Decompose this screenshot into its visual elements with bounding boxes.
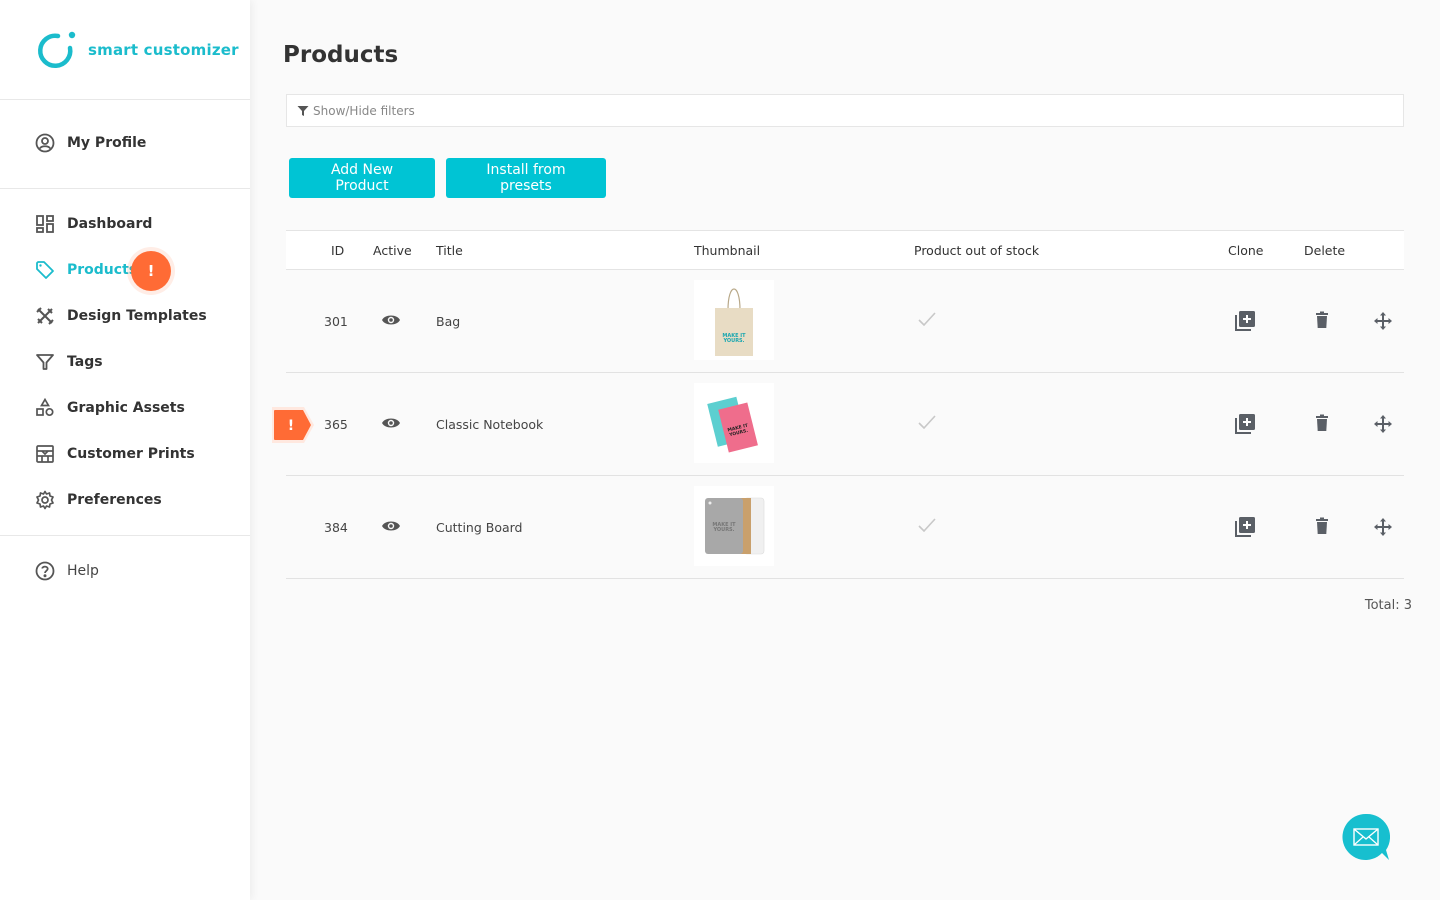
product-id: 384 — [324, 520, 348, 535]
logo-text: smart customizer — [88, 40, 239, 59]
user-circle-icon — [35, 133, 55, 153]
total-count: Total: 3 — [1364, 598, 1412, 613]
product-thumbnail-cutting-board[interactable]: MAKE IT YOURS. — [694, 486, 774, 566]
filter-icon — [297, 105, 309, 116]
show-hide-filters-toggle[interactable]: Show/Hide filters — [286, 94, 1404, 127]
profile-section: My Profile — [0, 100, 250, 189]
add-new-product-button[interactable]: Add New Product — [289, 158, 435, 198]
clone-icon[interactable] — [1234, 516, 1256, 541]
header-active[interactable]: Active — [373, 243, 412, 258]
row-warning-text: ! — [288, 418, 294, 434]
eye-icon[interactable] — [381, 313, 401, 330]
header-id[interactable]: ID — [331, 243, 344, 258]
eye-icon[interactable] — [381, 416, 401, 433]
header-title[interactable]: Title — [436, 243, 463, 258]
sidebar-item-dashboard[interactable]: Dashboard — [0, 201, 250, 247]
sidebar-item-graphic-assets[interactable]: Graphic Assets — [0, 385, 250, 431]
main-content: Products Show/Hide filters Add New Produ… — [250, 0, 1440, 900]
out-of-stock-check-icon[interactable] — [918, 415, 936, 432]
logo-icon — [38, 31, 76, 68]
prints-icon — [35, 444, 55, 464]
sidebar-item-label: Dashboard — [67, 216, 153, 232]
trash-icon[interactable] — [1315, 311, 1329, 332]
sidebar-item-products[interactable]: Products ! — [0, 247, 250, 293]
header-thumbnail: Thumbnail — [694, 243, 761, 258]
sidebar-item-label: Customer Prints — [67, 446, 195, 462]
main-nav: Dashboard Products ! Design Templates Ta… — [0, 189, 250, 536]
row-warning-badge[interactable]: ! — [270, 407, 316, 446]
filter-toggle-label: Show/Hide filters — [313, 103, 415, 118]
svg-text:YOURS.: YOURS. — [712, 527, 734, 533]
product-id: 365 — [324, 417, 348, 432]
chat-support-button[interactable] — [1342, 813, 1391, 861]
product-title[interactable]: Classic Notebook — [436, 417, 543, 432]
design-tools-icon — [35, 306, 55, 326]
table-header: ID Active Title Thumbnail Product out of… — [286, 230, 1404, 270]
table-row[interactable]: 384 Cutting Board MAKE IT YOURS. — [286, 476, 1404, 579]
sidebar-item-design-templates[interactable]: Design Templates — [0, 293, 250, 339]
dashboard-icon — [35, 214, 55, 234]
product-thumbnail-bag[interactable]: MAKE IT YOURS. — [694, 280, 774, 360]
sidebar-item-help[interactable]: Help — [0, 548, 250, 594]
out-of-stock-check-icon[interactable] — [918, 312, 936, 329]
out-of-stock-check-icon[interactable] — [918, 518, 936, 535]
shapes-icon — [35, 398, 55, 418]
sidebar-item-label: Design Templates — [67, 308, 207, 324]
sidebar-item-tags[interactable]: Tags — [0, 339, 250, 385]
drag-move-icon[interactable] — [1374, 415, 1392, 436]
sidebar-item-label: Help — [67, 563, 99, 579]
sidebar-item-my-profile[interactable]: My Profile — [0, 120, 250, 166]
header-out-of-stock[interactable]: Product out of stock — [914, 243, 1039, 258]
page-title: Products — [283, 42, 399, 68]
logo[interactable]: smart customizer — [0, 0, 250, 100]
tag-icon — [35, 260, 55, 280]
help-section: Help — [0, 536, 250, 606]
sidebar-item-label: Products — [67, 262, 138, 278]
product-id: 301 — [324, 314, 348, 329]
header-clone: Clone — [1228, 243, 1264, 258]
drag-move-icon[interactable] — [1374, 518, 1392, 539]
header-delete: Delete — [1304, 243, 1346, 258]
sidebar-item-label: Tags — [67, 354, 103, 370]
product-title[interactable]: Bag — [436, 314, 460, 329]
sidebar-item-preferences[interactable]: Preferences — [0, 477, 250, 523]
product-thumbnail-notebook[interactable]: MAKE IT YOURS. — [694, 383, 774, 463]
trash-icon[interactable] — [1315, 414, 1329, 435]
clone-icon[interactable] — [1234, 310, 1256, 335]
products-warning-badge[interactable]: ! — [131, 251, 171, 291]
sidebar-item-customer-prints[interactable]: Customer Prints — [0, 431, 250, 477]
trash-icon[interactable] — [1315, 517, 1329, 538]
drag-move-icon[interactable] — [1374, 312, 1392, 333]
question-circle-icon — [35, 561, 55, 581]
eye-icon[interactable] — [381, 519, 401, 536]
filter-icon — [35, 352, 55, 372]
sidebar-item-label: Graphic Assets — [67, 400, 185, 416]
table-row[interactable]: ! 365 Classic Notebook MAKE IT YOURS. — [272, 373, 1404, 476]
envelope-icon — [1342, 813, 1391, 860]
svg-text:YOURS.: YOURS. — [722, 338, 744, 344]
product-title[interactable]: Cutting Board — [436, 520, 523, 535]
products-table: ID Active Title Thumbnail Product out of… — [272, 230, 1404, 579]
gear-icon — [35, 490, 55, 510]
sidebar-item-label: My Profile — [67, 135, 147, 151]
install-from-presets-button[interactable]: Install from presets — [446, 158, 606, 198]
clone-icon[interactable] — [1234, 413, 1256, 438]
table-row[interactable]: 301 Bag MAKE IT YOURS. — [286, 270, 1404, 373]
sidebar: smart customizer My Profile Dashboard Pr… — [0, 0, 250, 900]
sidebar-item-label: Preferences — [67, 492, 162, 508]
